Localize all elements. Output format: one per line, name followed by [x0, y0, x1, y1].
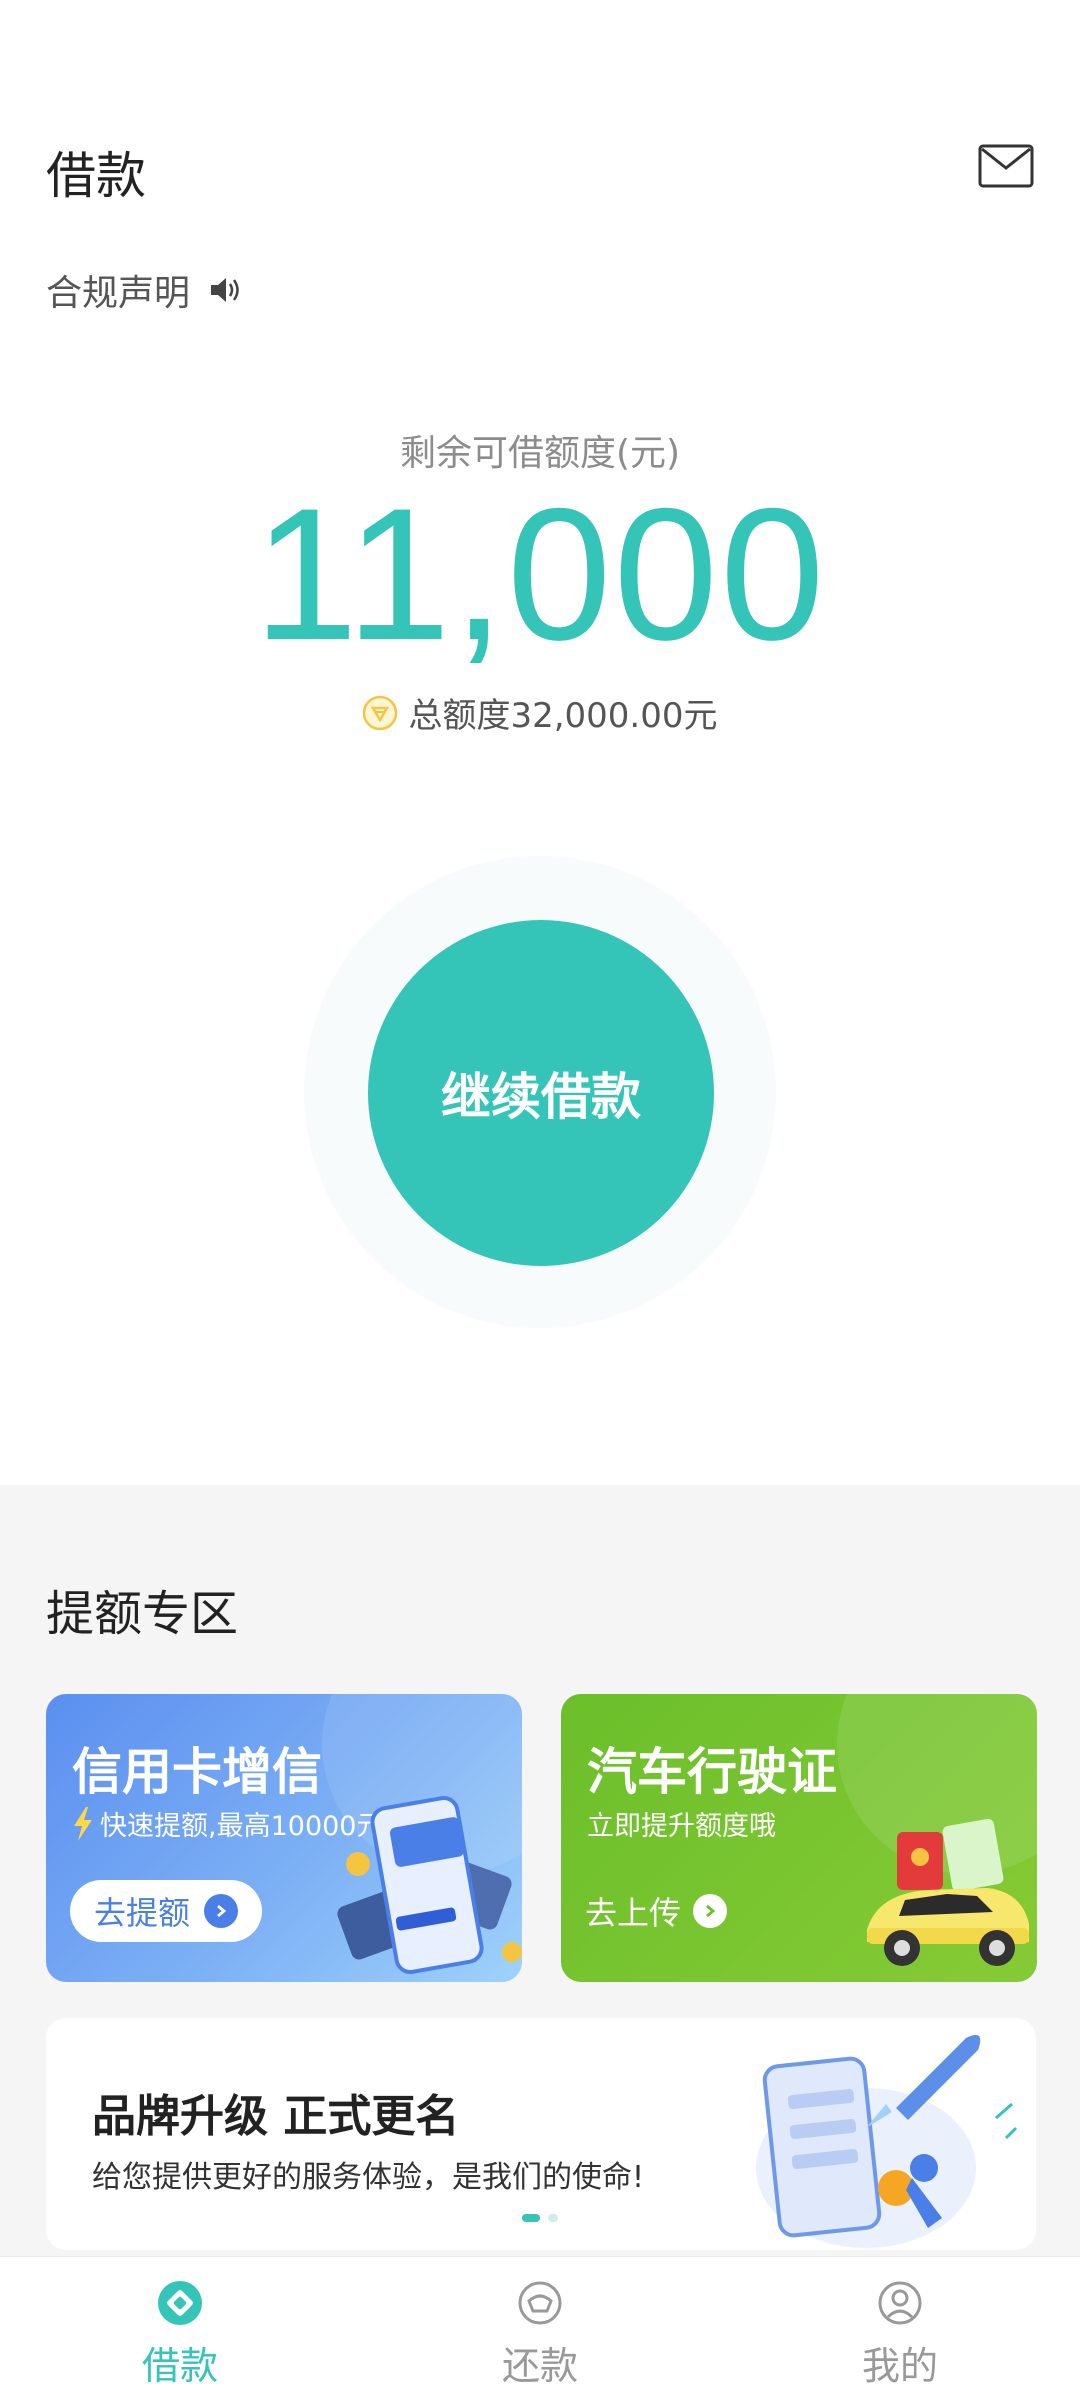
phone-cards-illustration: [337, 1796, 522, 1974]
tab-borrow-label: 借款: [141, 2344, 218, 2388]
raise-limit-button[interactable]: 去提额: [70, 1880, 263, 1942]
carousel-indicator: [522, 2214, 558, 2222]
tab-repay[interactable]: 还款: [360, 2257, 720, 2400]
bottom-tab-bar: 借款 还款 我的: [0, 2256, 1080, 2400]
main-panel: 借款 合规声明 剩余可借额度(元) 11,000 总额度32,000.00元 继…: [0, 0, 1080, 1485]
total-credit: 总额度32,000.00元: [0, 688, 1080, 737]
boost-section-title: 提额专区: [46, 1586, 239, 1642]
chevron-right-icon: [204, 1894, 239, 1928]
total-credit-text: 总额度32,000.00元: [408, 696, 718, 736]
tab-profile-label: 我的: [861, 2344, 938, 2388]
card-title: 信用卡增信: [72, 1743, 322, 1801]
continue-borrow-button[interactable]: 继续借款: [368, 920, 714, 1266]
coin-icon: [363, 695, 398, 730]
tab-repay-label: 还款: [501, 2344, 578, 2388]
profile-icon: [878, 2281, 922, 2325]
upload-button[interactable]: 去上传: [585, 1886, 728, 1936]
chevron-right-icon: [693, 1894, 728, 1928]
credit-card-boost-card[interactable]: 信用卡增信 快速提额,最高10000元 去提额: [46, 1694, 522, 1982]
mail-icon[interactable]: [978, 144, 1034, 188]
tab-borrow[interactable]: 借款: [0, 2257, 360, 2400]
compliance-notice-label: 合规声明: [46, 273, 191, 314]
borrow-icon: [158, 2281, 202, 2325]
banner-subtitle: 给您提供更好的服务体验，是我们的使命!: [92, 2160, 645, 2195]
card-subtitle: 立即提升额度哦: [587, 1804, 776, 1843]
upload-label: 去上传: [585, 1894, 682, 1932]
lightning-icon: [74, 1806, 92, 1841]
car-illustration: [867, 1818, 1029, 1966]
card-title: 汽车行驶证: [587, 1743, 837, 1801]
page-title: 借款: [46, 147, 146, 205]
raise-limit-label: 去提额: [94, 1895, 191, 1931]
rocket-illustration: [756, 2034, 1018, 2248]
carousel-dot-active: [522, 2214, 540, 2222]
card-subtitle-text: 立即提升额度哦: [587, 1811, 776, 1842]
brand-upgrade-banner[interactable]: 品牌升级 正式更名 给您提供更好的服务体验，是我们的使命!: [46, 2018, 1036, 2250]
available-credit-amount: 11,000: [253, 469, 827, 679]
speaker-icon: [211, 278, 239, 302]
vehicle-license-card[interactable]: 汽车行驶证 立即提升额度哦 去上传: [561, 1694, 1037, 1982]
repay-icon: [518, 2281, 562, 2325]
banner-title: 品牌升级 正式更名: [92, 2091, 460, 2142]
tab-profile[interactable]: 我的: [720, 2257, 1080, 2400]
carousel-dot: [548, 2214, 558, 2222]
compliance-notice[interactable]: 合规声明: [46, 264, 242, 316]
